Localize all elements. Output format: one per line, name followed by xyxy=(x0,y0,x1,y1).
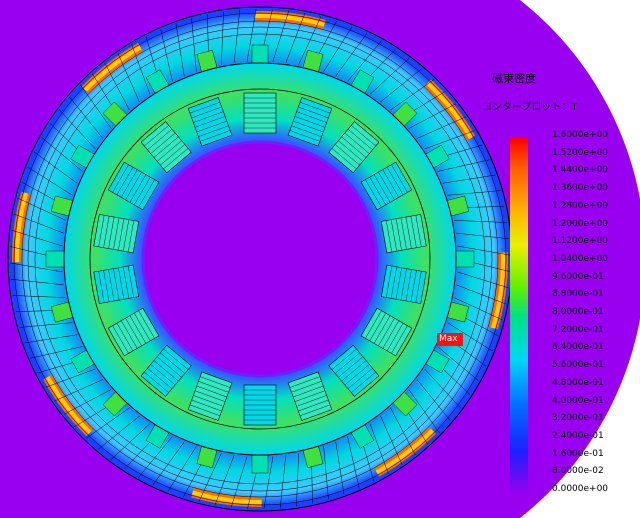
legend-tick-label: 1.5200e+00 xyxy=(552,147,609,158)
legend-tick-label: 1.6000e-01 xyxy=(552,448,604,459)
legend-tick-label: 1.3600e+00 xyxy=(552,183,609,194)
legend-tick-label: 7.2000e-01 xyxy=(552,324,604,335)
legend-tick-label: 8.0000e-01 xyxy=(552,307,604,317)
flux-density-viewport: 磁束密度 コンタープロット：T 1.6000e+00 1.5200e+00 1.44… xyxy=(0,0,640,518)
legend-tick-label: 1.2000e+00 xyxy=(552,218,609,229)
legend-tick-label: 1.4400e+00 xyxy=(552,165,609,176)
legend-tick-label: 0.0000e+00 xyxy=(552,484,609,494)
max-marker: Max xyxy=(437,333,463,346)
legend-tick-label: 8.8000e-01 xyxy=(552,289,604,300)
legend-subtitle: コンタープロット：T xyxy=(482,102,578,113)
shaft-bore xyxy=(141,140,379,378)
legend-tick-label: 1.6000e+00 xyxy=(552,130,609,140)
legend-tick-label: 3.2000e-01 xyxy=(552,413,604,424)
legend-tick-label: 9.6000e-01 xyxy=(552,271,604,282)
legend-tick-label: 4.8000e-01 xyxy=(552,377,604,388)
legend-tick-label: 2.4000e-01 xyxy=(552,430,604,441)
legend-tick-label: 1.1200e+00 xyxy=(552,236,609,247)
legend-color-bar xyxy=(510,138,528,494)
legend-tick-label: 5.6000e-01 xyxy=(552,360,604,371)
legend-tick-label: 6.4000e-01 xyxy=(552,342,604,353)
legend-tick-label: 1.2800e+00 xyxy=(552,200,609,211)
legend-tick-label: 1.0400e+00 xyxy=(552,253,609,264)
legend-title: 磁束密度 xyxy=(492,72,536,85)
contour-plot xyxy=(0,0,640,518)
legend-tick-label: 4.0000e-01 xyxy=(552,395,604,406)
legend-tick-label: 8.0000e-02 xyxy=(552,466,604,477)
